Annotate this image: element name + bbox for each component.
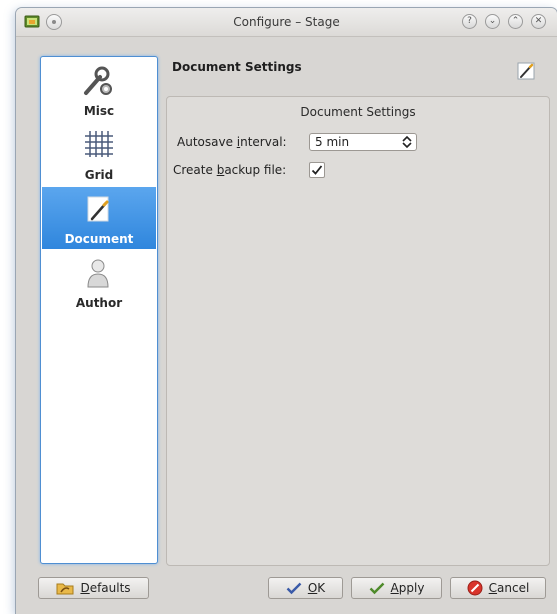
defaults-icon (56, 583, 74, 595)
create-backup-checkbox[interactable] (309, 162, 325, 178)
label-part: Create (173, 163, 217, 177)
sidebar-item-label: Grid (84, 168, 114, 182)
spin-arrows-icon[interactable] (402, 135, 412, 149)
label-part: Autosave (177, 135, 237, 149)
person-icon (87, 259, 109, 288)
group-title: Document Settings (300, 105, 416, 119)
label-part: pply (398, 581, 425, 595)
document-pen-icon (87, 196, 109, 222)
sidebar-item-author[interactable]: Author (42, 251, 156, 313)
ok-button[interactable]: OK (268, 577, 343, 599)
sidebar-item-label: Document (64, 232, 134, 246)
checkmark-icon (369, 582, 384, 595)
question-icon: ? (467, 16, 472, 26)
button-label: Cancel (489, 581, 530, 595)
maximize-button[interactable]: ⌃ (508, 14, 523, 29)
document-pen-icon (517, 62, 535, 80)
page-list: Misc Grid Document Author (40, 56, 158, 564)
sidebar-item-misc[interactable]: Misc (42, 59, 156, 121)
help-button[interactable]: ? (462, 14, 477, 29)
checkmark-icon (286, 582, 302, 595)
wrench-gear-icon (84, 66, 112, 95)
sidebar-item-grid[interactable]: Grid (42, 123, 156, 185)
label-part: K (317, 581, 326, 595)
minimize-button[interactable]: ⌄ (485, 14, 500, 29)
cancel-button[interactable]: Cancel (450, 577, 546, 599)
autosave-interval-spinbox[interactable]: 5 min (309, 133, 417, 151)
button-label: Defaults (80, 581, 130, 595)
cancel-icon (467, 580, 483, 596)
sidebar-item-label: Misc (83, 104, 115, 118)
sidebar-item-label: Author (75, 296, 123, 310)
settings-panel: Document Settings Autosave interval: 5 m… (166, 96, 550, 566)
close-button[interactable]: ✕ (531, 14, 546, 29)
mnemonic: O (307, 581, 318, 595)
backup-label: Create backup file: (173, 163, 286, 177)
grid-icon (85, 131, 113, 157)
label-part: efaults (89, 581, 131, 595)
mnemonic: D (80, 581, 90, 595)
chevron-down-icon: ⌄ (488, 16, 497, 26)
configure-dialog: Configure – Stage ? ⌄ ⌃ ✕ Misc Grid Docu… (16, 8, 557, 614)
button-label: Apply (391, 581, 425, 595)
sidebar-item-document[interactable]: Document (42, 187, 156, 249)
button-label: OK (308, 581, 325, 595)
mnemonic: A (390, 581, 399, 595)
label-part: ackup file: (224, 163, 287, 177)
chevron-up-icon: ⌃ (511, 16, 520, 26)
close-icon: ✕ (534, 16, 543, 26)
mnemonic: C (488, 581, 498, 595)
page-title: Document Settings (172, 60, 302, 74)
autosave-label: Autosave interval: (177, 135, 287, 149)
label-part: nterval: (240, 135, 287, 149)
defaults-button[interactable]: Defaults (38, 577, 149, 599)
title-bar[interactable]: Configure – Stage ? ⌄ ⌃ ✕ (16, 8, 557, 37)
autosave-value: 5 min (315, 135, 350, 149)
apply-button[interactable]: Apply (351, 577, 442, 599)
checkmark-icon (311, 165, 323, 175)
label-part: ancel (497, 581, 530, 595)
